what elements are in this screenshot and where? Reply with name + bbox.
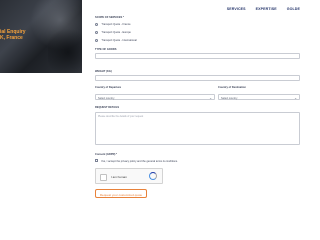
captcha-label: I am human [111,175,127,179]
captcha-widget: I am human [95,168,163,184]
submit-button[interactable]: Request your customized quote [95,189,147,198]
radio-button[interactable] [95,23,99,27]
scope-label: SCOPE OF SERVICES * [95,16,124,19]
radio-europe[interactable]: Transport Quote - Europe [95,31,131,35]
origin-label: Country of Departure [95,86,122,89]
chevron-down-icon: ⌄ [209,95,212,100]
goods-label: TYPE OF GOODS [95,48,117,51]
chevron-down-icon: ⌄ [294,95,297,100]
nav-item-expertise[interactable]: EXPERTISE [256,7,277,11]
consent-checkbox[interactable] [95,159,99,163]
radio-button[interactable] [95,31,99,35]
radio-button[interactable] [95,39,99,43]
hero-title: ial Enquiry K, France [0,29,26,41]
destination-select[interactable]: Select country ⌄ [218,94,300,100]
nav-item-services[interactable]: SERVICES [227,7,246,11]
request-textarea[interactable]: Please describe the details of your requ… [95,112,300,145]
radio-international[interactable]: Transport Quote - International [95,39,137,43]
weight-label: WEIGHT (KG) [95,70,112,73]
hero-image: ial Enquiry K, France [0,0,82,73]
consent-label: Consent (GDPR) * [95,153,118,156]
origin-select[interactable]: Select country ⌄ [95,94,215,100]
consent-text: Yes, I accept the privacy policy and the… [101,159,178,163]
recaptcha-icon [149,172,157,180]
request-label: REQUEST DETAILS [95,106,120,109]
goods-input[interactable] [95,53,300,59]
captcha-checkbox[interactable] [100,173,107,181]
weight-input[interactable] [95,75,300,81]
radio-france[interactable]: Transport Quote - France [95,23,131,27]
top-nav: SERVICES EXPERTISE GOLDE [227,5,300,13]
destination-label: Country of Destination [218,86,246,89]
nav-item-golde[interactable]: GOLDE [287,7,300,11]
